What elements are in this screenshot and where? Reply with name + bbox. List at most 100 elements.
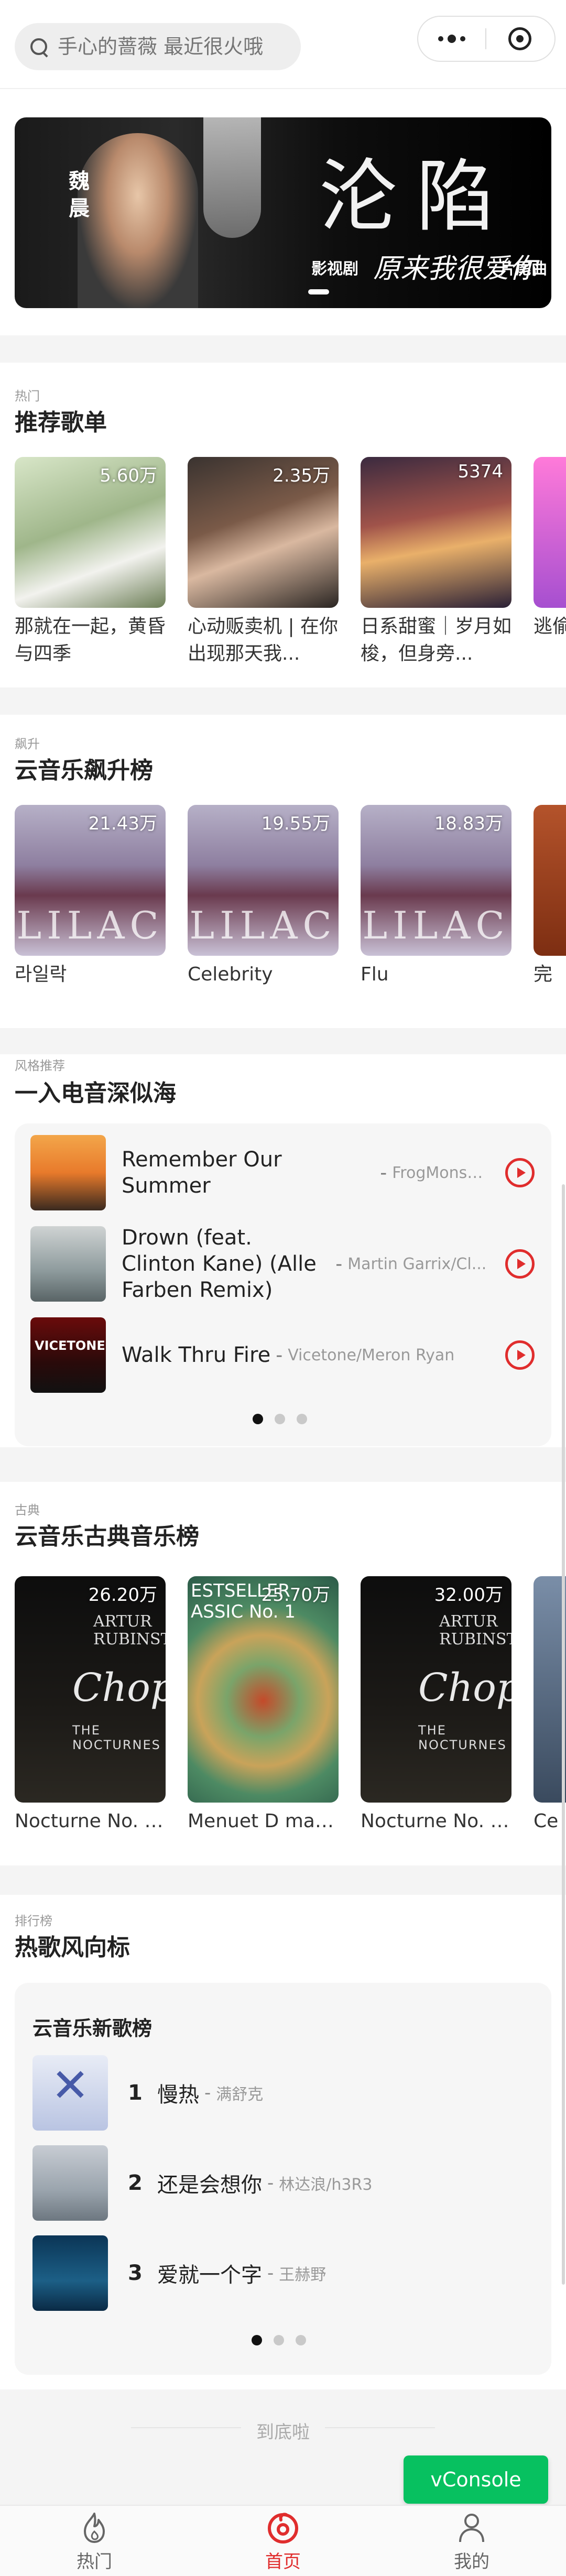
song-cover: 21.43万 LILAC	[15, 805, 166, 956]
playlist-name: 逃偷	[534, 616, 566, 637]
separator: -	[267, 2173, 274, 2193]
section-subtitle: 热门	[15, 389, 40, 403]
style-song-card: Remember Our Summer - FrogMonster Drown …	[15, 1123, 551, 1446]
song-title: Walk Thru Fire	[122, 1343, 271, 1367]
play-icon[interactable]	[505, 1158, 535, 1187]
new-songs-chart-card[interactable]: 云音乐新歌榜 ✕ 1 慢热 - 满舒克 2 还是会想你 - 林达浪/h3R3 3…	[15, 1983, 551, 2375]
song-cover: VICETONE	[30, 1317, 106, 1393]
song-row: 21.43万 LILAC 라일락 19.55万 LILAC Celebrity …	[15, 805, 511, 988]
playlist-card-partial[interactable]: 逃偷	[534, 457, 566, 640]
song-cover: ✕	[32, 2055, 108, 2131]
song-artist: FrogMonster	[392, 1163, 488, 1182]
play-icon[interactable]	[505, 1249, 535, 1279]
banner-artist-photo	[78, 133, 198, 308]
separator: -	[335, 1253, 343, 1275]
play-count: 5374	[458, 461, 503, 482]
carousel-indicator	[252, 2335, 306, 2345]
song-item[interactable]: VICETONE Walk Thru Fire - Vicetone/Meron…	[30, 1316, 536, 1394]
song-title: Drown (feat. Clinton Kane) (Alle Farben …	[122, 1226, 317, 1302]
scrollbar[interactable]	[562, 1184, 565, 2285]
indicator-dot-active[interactable]	[253, 1414, 263, 1424]
rank-number: 2	[128, 2171, 143, 2195]
indicator-dot-active[interactable]	[252, 2335, 262, 2345]
playlist-name: 心动贩卖机 | 在你出现那天我...	[188, 616, 339, 664]
more-menu-icon[interactable]	[418, 17, 485, 61]
indicator-dot[interactable]	[297, 1414, 307, 1424]
section-title: 推荐歌单	[15, 409, 107, 436]
section-rising-chart: 飙升 云音乐飙升榜 21.43万 LILAC 라일락 19.55万 LILAC …	[0, 715, 566, 1013]
song-card-partial[interactable]: Ce	[534, 1576, 566, 1835]
tab-hot[interactable]: 热门	[0, 2506, 189, 2576]
banner-tag-drama: 影视剧	[311, 260, 358, 278]
separator: -	[276, 1344, 283, 1366]
playlist-cover: 5.60万	[15, 457, 166, 608]
play-count: 32.00万	[434, 1585, 503, 1606]
song-item[interactable]: Remember Our Summer - FrogMonster	[30, 1134, 536, 1211]
playlist-cover: 2.35万	[188, 457, 339, 608]
song-name: Nocturne No. 1 i...	[361, 1810, 511, 1832]
search-icon	[28, 36, 49, 57]
section-subtitle: 古典	[15, 1503, 40, 1518]
separator: -	[267, 2263, 274, 2284]
song-card[interactable]: 32.00万 ARTUR RUBINSTEIN Chopin THE NOCTU…	[361, 1576, 511, 1835]
close-mini-program-icon[interactable]	[486, 17, 553, 61]
chart-row[interactable]: 2 还是会想你 - 林达浪/h3R3	[32, 2145, 534, 2221]
song-card[interactable]: 19.55万 LILAC Celebrity	[188, 805, 339, 988]
playlist-cover	[534, 457, 566, 608]
song-artist: Vicetone/Meron Ryan	[288, 1346, 455, 1365]
tab-mine[interactable]: 我的	[377, 2506, 566, 2576]
song-cover: 32.00万 ARTUR RUBINSTEIN Chopin THE NOCTU…	[361, 1576, 511, 1803]
banner[interactable]: 魏晨 沦陷 影视剧 原来我很爱你 片尾曲	[15, 117, 551, 308]
song-cover: ESTSELLER ASSIC No. 1 25.70万	[188, 1576, 339, 1803]
cover-title-text: LILAC	[189, 903, 337, 947]
play-count: 21.43万	[88, 813, 157, 834]
playlist-name: 那就在一起，黄昏与四季	[15, 616, 166, 664]
indicator-dot[interactable]	[274, 2335, 284, 2345]
song-cover	[30, 1135, 106, 1210]
song-artist: 王赫野	[279, 2266, 326, 2284]
indicator-dot[interactable]	[296, 2335, 306, 2345]
cover-text: ARTUR	[93, 1612, 152, 1631]
section-gap	[0, 1865, 566, 1895]
playlist-card[interactable]: 2.35万 心动贩卖机 | 在你出现那天我...	[188, 457, 339, 668]
separator: -	[204, 2082, 211, 2103]
tab-label: 首页	[265, 2551, 301, 2572]
song-item[interactable]: Drown (feat. Clinton Kane) (Alle Farben …	[30, 1225, 536, 1303]
indicator-dot[interactable]	[275, 1414, 285, 1424]
song-name: Flu	[361, 964, 389, 985]
song-cover: 18.83万 LILAC	[361, 805, 511, 956]
song-card-partial[interactable]: 完	[534, 805, 566, 988]
section-hot-playlists: 热门 推荐歌单 5.60万 那就在一起，黄昏与四季 2.35万 心动贩卖机 | …	[0, 363, 566, 673]
song-cover	[32, 2145, 108, 2221]
playlist-card[interactable]: 5.60万 那就在一起，黄昏与四季	[15, 457, 166, 668]
tab-home[interactable]: 首页	[189, 2506, 377, 2576]
end-of-list-text: 到底啦	[256, 2422, 310, 2443]
vconsole-button[interactable]: vConsole	[404, 2455, 548, 2504]
search-input[interactable]	[57, 35, 295, 59]
song-artist: Martin Garrix/Cl...	[347, 1254, 487, 1273]
flame-icon	[84, 2512, 105, 2543]
bottom-tab-bar: 热门 首页 我的	[0, 2505, 566, 2576]
song-cover	[30, 1226, 106, 1302]
carousel-indicator	[253, 1414, 307, 1424]
song-card[interactable]: 26.20万 ARTUR RUBINSTEIN Chopin THE NOCTU…	[15, 1576, 166, 1835]
cover-title-text: VICETONE	[35, 1338, 105, 1353]
section-style-electronic: 风格推荐 一入电音深似海 Remember Our Summer - FrogM…	[0, 1054, 566, 1447]
playlist-card[interactable]: 5374 日系甜蜜｜岁月如梭，但身旁...	[361, 457, 511, 668]
section-gap	[0, 1447, 566, 1482]
song-cover	[32, 2235, 108, 2311]
chart-row[interactable]: 3 爱就一个字 - 王赫野	[32, 2235, 534, 2311]
play-count: 18.83万	[434, 813, 503, 834]
tab-label: 热门	[77, 2551, 112, 2572]
song-card[interactable]: ESTSELLER ASSIC No. 1 25.70万 Menuet D ma…	[188, 1576, 339, 1835]
song-title: 还是会想你	[157, 2173, 262, 2197]
section-classical: 古典 云音乐古典音乐榜 26.20万 ARTUR RUBINSTEIN Chop…	[0, 1482, 566, 1859]
play-icon[interactable]	[505, 1340, 535, 1370]
song-card[interactable]: 21.43万 LILAC 라일락	[15, 805, 166, 988]
rank-number: 3	[128, 2261, 143, 2285]
song-card[interactable]: 18.83万 LILAC Flu	[361, 805, 511, 988]
search-bar[interactable]	[15, 23, 301, 70]
chart-row[interactable]: ✕ 1 慢热 - 满舒克	[32, 2055, 534, 2131]
cover-text: Chopin	[72, 1665, 166, 1710]
section-subtitle: 风格推荐	[15, 1058, 65, 1073]
